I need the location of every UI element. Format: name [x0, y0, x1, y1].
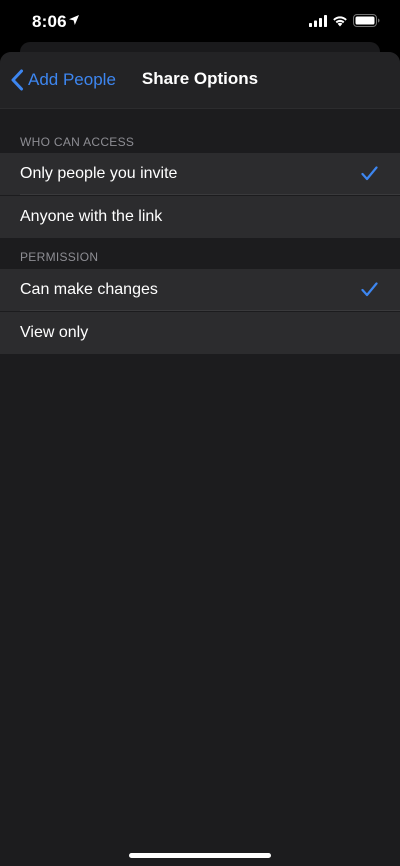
signal-icon [309, 15, 327, 27]
checkmark-icon [361, 166, 378, 181]
section-header-who-can-access: WHO CAN ACCESS [20, 135, 135, 149]
section-header-permission: PERMISSION [20, 250, 99, 264]
row-divider [20, 310, 400, 311]
page-title: Share Options [141, 69, 259, 88]
wifi-icon [333, 16, 347, 27]
row-divider [20, 194, 400, 195]
option-label: Only people you invite [20, 165, 178, 182]
status-time: 8:06 [32, 12, 67, 31]
option-label: View only [20, 324, 89, 341]
option-label: Anyone with the link [20, 208, 163, 225]
location-arrow-icon [69, 15, 79, 25]
option-label: Can make changes [20, 281, 158, 298]
option-anyone-with-the-link[interactable]: Anyone with the link [0, 196, 400, 238]
option-only-people-you-invite[interactable]: Only people you invite [0, 153, 400, 195]
option-can-make-changes[interactable]: Can make changes [0, 269, 400, 311]
home-indicator[interactable] [129, 853, 271, 858]
checkmark-icon [361, 282, 378, 297]
option-view-only[interactable]: View only [0, 312, 400, 354]
battery-icon [353, 14, 380, 27]
screen: 8:06 Add People Share Options WHO CAN AC… [0, 0, 400, 866]
status-bar: 8:06 [0, 0, 400, 44]
navigation-bar: Add People Share Options [0, 52, 400, 109]
share-options-sheet: Add People Share Options WHO CAN ACCESS … [0, 52, 400, 866]
